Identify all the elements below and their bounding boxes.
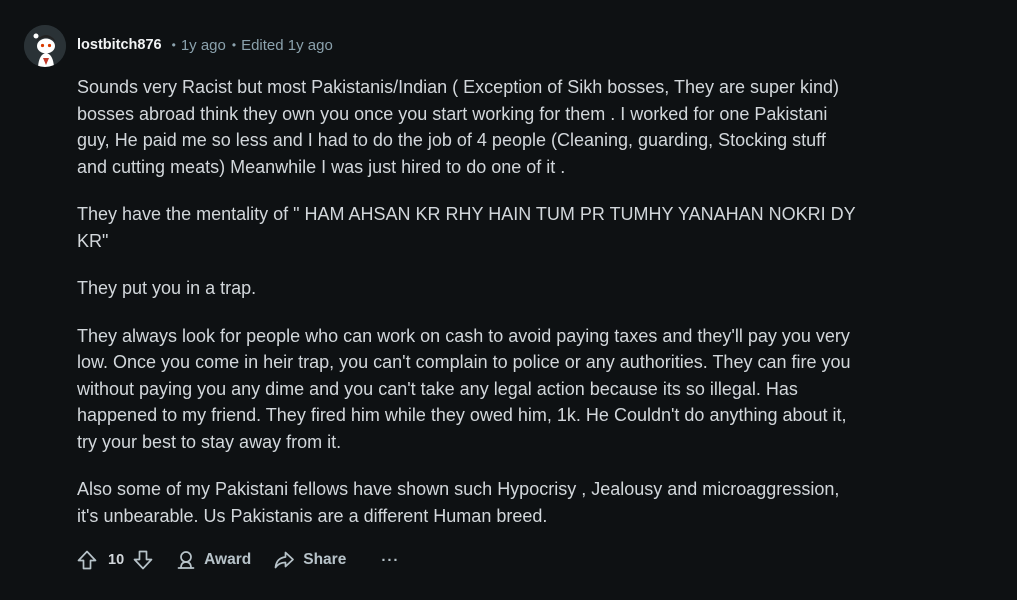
share-icon bbox=[274, 551, 295, 569]
avatar[interactable] bbox=[24, 25, 66, 67]
separator-dot: • bbox=[171, 38, 176, 52]
upvote-button[interactable] bbox=[76, 549, 98, 571]
downvote-icon bbox=[133, 550, 153, 570]
comment-paragraph: They always look for people who can work… bbox=[77, 325, 851, 452]
username-link[interactable]: lostbitch876 bbox=[77, 37, 162, 53]
share-button[interactable]: Share bbox=[273, 550, 346, 570]
comment-meta: lostbitch876 • 1y ago • Edited 1y ago bbox=[77, 35, 333, 55]
edited-time: Edited 1y ago bbox=[241, 36, 333, 54]
comment-paragraph: They put you in a trap. bbox=[77, 278, 257, 298]
more-options-icon[interactable]: ··· bbox=[381, 552, 399, 569]
downvote-button[interactable] bbox=[132, 549, 154, 571]
comment-actions: 10 Award Share ··· bbox=[76, 545, 399, 575]
award-label: Award bbox=[204, 551, 252, 568]
vote-group: 10 bbox=[76, 549, 154, 571]
award-icon bbox=[177, 551, 195, 569]
vote-score: 10 bbox=[108, 552, 125, 568]
separator-dot: • bbox=[231, 38, 237, 52]
share-label: Share bbox=[303, 551, 347, 568]
comment-paragraph: Sounds very Racist but most Pakistanis/I… bbox=[77, 77, 840, 177]
award-button[interactable]: Award bbox=[176, 550, 251, 570]
comment: lostbitch876 • 1y ago • Edited 1y ago So… bbox=[0, 0, 1017, 600]
comment-paragraph: Also some of my Pakistani fellows have s… bbox=[77, 479, 840, 526]
snoo-avatar-icon bbox=[24, 25, 66, 67]
comment-time[interactable]: 1y ago bbox=[181, 37, 226, 54]
comment-body: Sounds very Racist but most Pakistanis/I… bbox=[77, 74, 857, 550]
comment-paragraph: They have the mentality of " HAM AHSAN K… bbox=[77, 204, 856, 251]
upvote-icon bbox=[77, 550, 97, 570]
